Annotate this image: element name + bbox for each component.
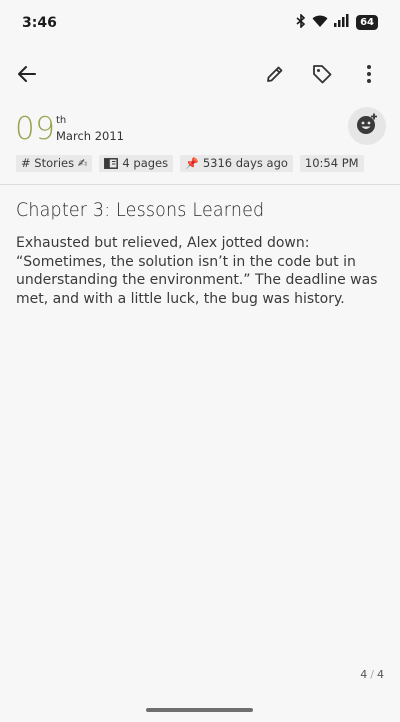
page-separator: / (370, 668, 374, 681)
status-bar: 3:46 64 (0, 0, 400, 46)
total-pages: 4 (377, 668, 384, 681)
age-chip[interactable]: 📌 5316 days ago (180, 155, 293, 172)
entry-month-year: March 2011 (56, 129, 124, 143)
pages-chip[interactable]: 4 pages (99, 155, 174, 172)
time-chip-label: 10:54 PM (304, 156, 359, 170)
back-button[interactable] (7, 56, 47, 96)
status-time: 3:46 (22, 15, 57, 31)
status-icons: 64 (296, 13, 378, 32)
pushpin-icon: 📌 (185, 157, 199, 170)
pages-chip-label: 4 pages (122, 156, 169, 170)
home-indicator[interactable] (146, 708, 253, 712)
entry-day-suffix: th (56, 115, 67, 126)
more-vert-icon (366, 64, 372, 88)
tag-chip[interactable]: # Stories ✍ (16, 155, 93, 172)
battery-icon: 64 (356, 15, 378, 30)
entry-title[interactable]: Chapter 3: Lessons Learned (16, 199, 264, 221)
tag-button[interactable] (302, 56, 342, 96)
time-chip[interactable]: 10:54 PM (299, 155, 364, 172)
tag-chip-label: # Stories ✍ (21, 156, 88, 170)
edit-button[interactable] (255, 56, 295, 96)
entry-day: 09 (15, 111, 56, 147)
signal-icon (334, 13, 350, 32)
add-mood-button[interactable] (348, 107, 386, 145)
divider (0, 184, 400, 185)
emoji-add-icon (355, 112, 379, 140)
back-arrow-icon (17, 65, 37, 87)
toolbar (0, 56, 400, 100)
more-options-button[interactable] (349, 56, 389, 96)
wifi-icon (312, 13, 328, 32)
bluetooth-icon (296, 13, 306, 32)
book-icon (104, 158, 119, 169)
page-indicator: 4/4 (360, 668, 384, 681)
entry-body[interactable]: Exhausted but relieved, Alex jotted down… (16, 234, 386, 308)
age-chip-label: 5316 days ago (202, 156, 288, 170)
pencil-icon (265, 64, 285, 88)
tag-icon (311, 63, 333, 89)
entry-chips: # Stories ✍ 4 pages 📌 5316 days ago 10:5… (16, 155, 364, 172)
